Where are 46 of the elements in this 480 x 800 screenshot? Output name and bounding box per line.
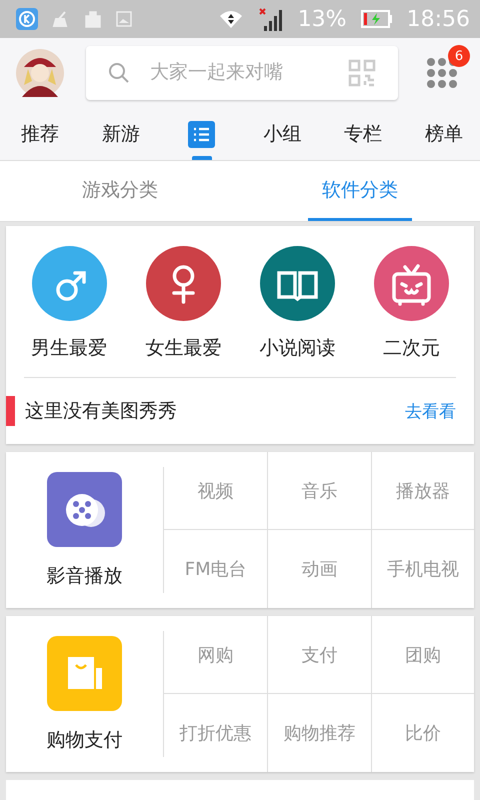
list-icon: [188, 120, 216, 148]
category-name: 影音播放: [46, 564, 122, 588]
battery-charging-icon: [360, 10, 393, 28]
subcategory-item[interactable]: FM电台: [164, 530, 268, 608]
subcategory-item[interactable]: 网购: [164, 616, 268, 694]
search-icon: [108, 62, 130, 84]
view-link[interactable]: 去看看: [405, 400, 456, 422]
accent-bar: [6, 396, 15, 426]
subcategory-item[interactable]: 团购: [370, 616, 474, 694]
subcategory-item[interactable]: 手机电视: [370, 530, 474, 608]
feature-label: 女生最爱: [145, 336, 222, 361]
male-symbol-icon[interactable]: [32, 246, 107, 321]
feature-label: 小说阅读: [260, 336, 336, 361]
nav-tab[interactable]: 推荐: [18, 108, 62, 160]
app-logo-icon: [16, 8, 38, 30]
notice-text: 这里没有美图秀秀: [25, 399, 178, 424]
subcategory-item[interactable]: 动画: [267, 530, 371, 608]
broom-icon: [52, 10, 70, 28]
subcategory-item[interactable]: 打折优惠: [164, 694, 268, 772]
nav-tab[interactable]: 小组: [260, 108, 304, 160]
feature-label: 男生最爱: [31, 336, 108, 361]
subcategory-item[interactable]: 比价: [370, 694, 474, 772]
tv-symbol-icon[interactable]: [374, 246, 449, 321]
signal-icon: [258, 7, 284, 31]
nav-tab[interactable]: 专栏: [341, 108, 386, 160]
wifi-icon: [218, 8, 244, 30]
image-icon: [116, 11, 132, 27]
search-bar[interactable]: 大家一起来对嘴: [86, 46, 398, 100]
search-input[interactable]: 大家一起来对嘴: [148, 61, 330, 85]
subcategory-item[interactable]: 音乐: [267, 452, 371, 530]
nav-tab[interactable]: 新游: [98, 108, 143, 160]
nav-tab[interactable]: 榜单: [422, 108, 466, 160]
category-tab[interactable]: 游戏分类: [68, 161, 172, 221]
subcategory-item[interactable]: 视频: [164, 452, 268, 530]
subcategory-item[interactable]: 购物推荐: [267, 694, 371, 772]
notification-badge: 6: [448, 45, 470, 67]
subcategory-item[interactable]: 支付: [267, 616, 371, 694]
clipboard-icon: [84, 10, 102, 28]
category-name: 购物支付: [46, 728, 122, 752]
feature-label: 二次元: [382, 336, 440, 361]
battery-percentage: 13%: [298, 6, 347, 32]
subcategory-item[interactable]: 播放器: [370, 452, 474, 530]
female-symbol-icon[interactable]: [146, 246, 221, 321]
category-tab[interactable]: 软件分类: [308, 161, 412, 221]
book-symbol-icon[interactable]: [260, 246, 336, 321]
clock-time: 18:56: [406, 6, 470, 32]
